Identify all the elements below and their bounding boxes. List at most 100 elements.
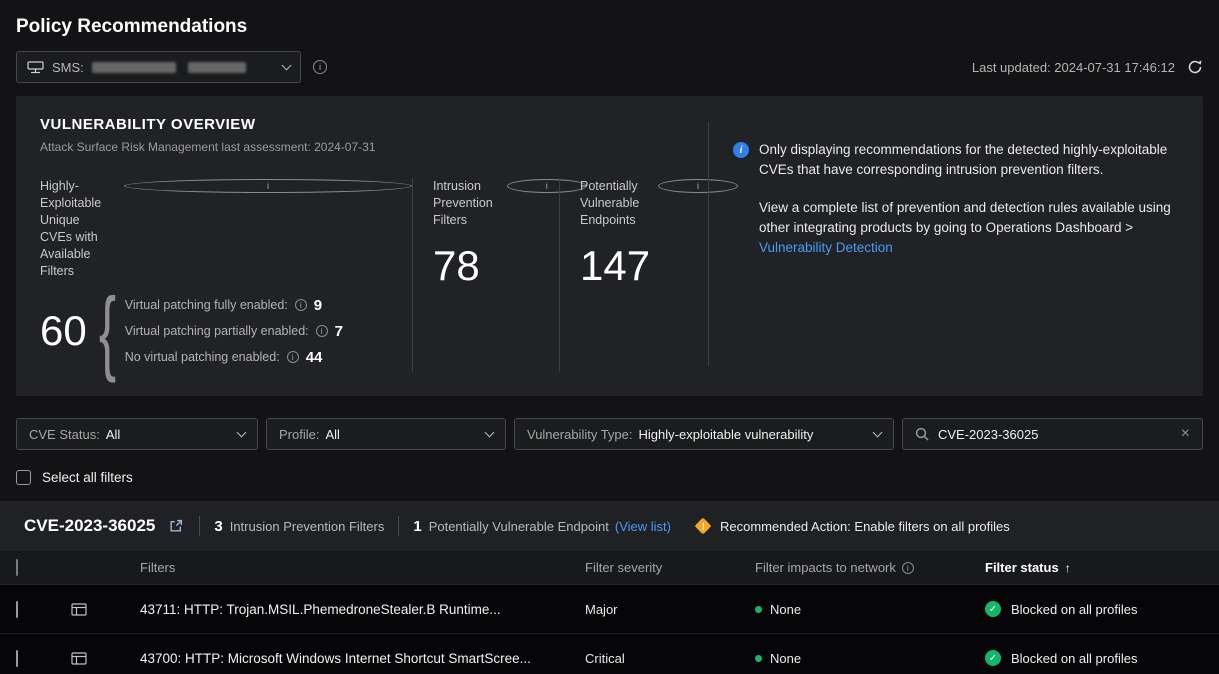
external-link-icon[interactable] xyxy=(169,519,183,533)
search-input[interactable] xyxy=(938,427,1181,442)
filters-count-group: 3 Intrusion Prevention Filters xyxy=(214,518,384,535)
breakdown-label: Virtual patching fully enabled: xyxy=(125,298,288,312)
stat-value: 78 xyxy=(433,245,559,287)
stat-label: Potentially Vulnerable Endpoints xyxy=(580,178,644,229)
stat-value: 60 xyxy=(40,310,87,352)
cve-status-dropdown[interactable]: CVE Status: All xyxy=(16,418,258,450)
breakdown-label: Virtual patching partially enabled: xyxy=(125,324,309,338)
brace-glyph: { xyxy=(99,290,113,372)
select-all-label: Select all filters xyxy=(42,470,133,485)
dropdown-value: Highly-exploitable vulnerability xyxy=(639,427,814,442)
impact-dot-icon xyxy=(755,606,762,613)
filter-status: Blocked on all profiles xyxy=(971,650,1219,666)
info-icon[interactable]: i xyxy=(316,325,328,337)
info-note: i Only displaying recommendations for th… xyxy=(709,116,1179,372)
info-icon[interactable]: i xyxy=(287,351,299,363)
topbar: SMS: i Last updated: 2024-07-31 17:46:12 xyxy=(16,51,1203,83)
breakdown-label: No virtual patching enabled: xyxy=(125,350,280,364)
clear-search-icon[interactable]: × xyxy=(1181,426,1190,442)
table-header-row: Filters Filter severity Filter impacts t… xyxy=(0,551,1219,585)
column-header-filters[interactable]: Filters xyxy=(108,560,571,575)
refresh-icon[interactable] xyxy=(1187,59,1203,75)
breakdown-value: 7 xyxy=(335,323,343,340)
breakdown-value: 44 xyxy=(306,349,323,366)
row-checkbox[interactable] xyxy=(16,650,18,667)
endpoints-count: 1 xyxy=(413,518,421,535)
chevron-down-icon xyxy=(873,427,883,437)
status-blocked-icon xyxy=(985,650,1001,666)
filter-severity: Critical xyxy=(571,651,741,666)
dropdown-value: All xyxy=(106,427,120,442)
info-icon[interactable]: i xyxy=(902,562,914,574)
overview-title: VULNERABILITY OVERVIEW xyxy=(40,116,682,133)
filters-count-label: Intrusion Prevention Filters xyxy=(230,519,385,534)
select-all-checkbox[interactable] xyxy=(16,470,31,485)
search-box: × xyxy=(902,418,1203,450)
filter-impact: None xyxy=(741,602,971,617)
info-icon[interactable]: i xyxy=(295,299,307,311)
stat-label: Intrusion Prevention Filters xyxy=(433,178,493,229)
status-text: Blocked on all profiles xyxy=(1011,602,1137,617)
search-icon xyxy=(915,427,929,441)
dropdown-label: Profile: xyxy=(279,427,319,442)
overview-subtitle: Attack Surface Risk Management last asse… xyxy=(40,140,682,154)
sms-label: SMS: xyxy=(52,60,84,75)
info-icon[interactable]: i xyxy=(124,179,412,193)
endpoints-count-group: 1 Potentially Vulnerable Endpoint (View … xyxy=(413,518,671,535)
impact-text: None xyxy=(770,602,801,617)
sms-device-icon xyxy=(27,61,44,74)
recommended-action-icon xyxy=(695,518,712,535)
endpoints-count-label: Potentially Vulnerable Endpoint xyxy=(429,519,609,534)
chevron-down-icon xyxy=(237,427,247,437)
info-icon[interactable]: i xyxy=(313,60,327,74)
chevron-down-icon xyxy=(282,60,292,70)
dropdown-label: Vulnerability Type: xyxy=(527,427,633,442)
redacted-sms-name xyxy=(92,62,176,73)
dropdown-label: CVE Status: xyxy=(29,427,100,442)
status-text: Blocked on all profiles xyxy=(1011,651,1137,666)
cve-id: CVE-2023-36025 xyxy=(24,516,155,536)
note-paragraph-1: Only displaying recommendations for the … xyxy=(759,140,1179,180)
header-checkbox[interactable] xyxy=(16,559,18,576)
vulnerability-overview-panel: VULNERABILITY OVERVIEW Attack Surface Ri… xyxy=(16,96,1203,396)
divider xyxy=(199,516,200,536)
stat-label: Highly-Exploitable Unique CVEs with Avai… xyxy=(40,178,110,280)
info-filled-icon: i xyxy=(733,142,749,158)
column-header-severity[interactable]: Filter severity xyxy=(571,560,741,575)
row-checkbox[interactable] xyxy=(16,601,18,618)
select-all-row: Select all filters xyxy=(16,470,1203,485)
vulnerability-detection-link[interactable]: Vulnerability Detection xyxy=(759,240,893,255)
impact-text: None xyxy=(770,651,801,666)
breakdown-fully-enabled: Virtual patching fully enabled: i 9 xyxy=(125,292,343,318)
column-header-impact[interactable]: Filter impacts to networki xyxy=(741,560,971,575)
page-title: Policy Recommendations xyxy=(16,16,1203,38)
filter-status: Blocked on all profiles xyxy=(971,601,1219,617)
breakdown-partially-enabled: Virtual patching partially enabled: i 7 xyxy=(125,318,343,344)
cve-section-header: CVE-2023-36025 3 Intrusion Prevention Fi… xyxy=(0,501,1219,551)
redacted-sms-name-2 xyxy=(188,62,246,73)
stat-intrusion-prevention-filters: Intrusion Prevention Filters i 78 xyxy=(413,178,559,372)
filter-bar: CVE Status: All Profile: All Vulnerabili… xyxy=(16,418,1203,450)
breakdown-value: 9 xyxy=(314,297,322,314)
chevron-down-icon xyxy=(485,427,495,437)
dropdown-value: All xyxy=(325,427,339,442)
vulnerability-type-dropdown[interactable]: Vulnerability Type: Highly-exploitable v… xyxy=(514,418,894,450)
table-row[interactable]: 43711: HTTP: Trojan.MSIL.PhemedroneSteal… xyxy=(0,585,1219,634)
profile-dropdown[interactable]: Profile: All xyxy=(266,418,506,450)
recommended-action: Recommended Action: Enable filters on al… xyxy=(697,519,1010,534)
filter-impact: None xyxy=(741,651,971,666)
table-row[interactable]: 43700: HTTP: Microsoft Windows Internet … xyxy=(0,634,1219,674)
recommended-action-text: Recommended Action: Enable filters on al… xyxy=(720,519,1010,534)
divider xyxy=(398,516,399,536)
column-header-status[interactable]: Filter status↑ xyxy=(971,560,1219,575)
view-list-link[interactable]: (View list) xyxy=(615,519,671,534)
last-updated-text: Last updated: 2024-07-31 17:46:12 xyxy=(972,60,1175,75)
stat-highly-exploitable-cves: Highly-Exploitable Unique CVEs with Avai… xyxy=(40,178,412,372)
sms-selector[interactable]: SMS: xyxy=(16,51,301,83)
filter-name: 43711: HTTP: Trojan.MSIL.PhemedroneSteal… xyxy=(108,602,571,617)
impact-dot-icon xyxy=(755,655,762,662)
filter-icon xyxy=(50,652,108,665)
filter-severity: Major xyxy=(571,602,741,617)
status-blocked-icon xyxy=(985,601,1001,617)
filter-name: 43700: HTTP: Microsoft Windows Internet … xyxy=(108,651,571,666)
